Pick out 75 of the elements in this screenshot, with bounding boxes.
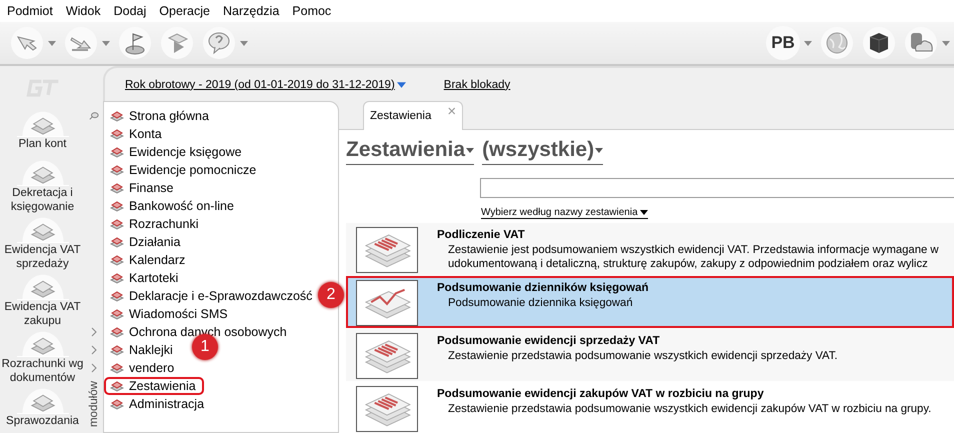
shortcut-label[interactable]: Ewidencja VAT sprzedaży	[0, 242, 84, 271]
papers-icon	[110, 109, 124, 123]
category-dropdown[interactable]: Zestawienia	[346, 136, 474, 165]
user-initials-button[interactable]: PB	[766, 26, 800, 60]
module-item[interactable]: Bankowość on-line	[104, 197, 242, 215]
menu-item[interactable]: Operacje	[159, 4, 210, 18]
report-row[interactable]: Podsumowanie ewidencji zakupów VAT w rozbiciu na grupy Zestawienie przedstawia podsumowanie wszystkich ewidencji zakupów VAT w rozbiciu na grupy.	[346, 382, 954, 433]
shortcut-label[interactable]: Ewidencja VAT zakupu	[0, 300, 84, 328]
papers-icon	[110, 253, 124, 267]
cube-icon[interactable]	[862, 26, 896, 60]
papers-icon	[110, 199, 124, 213]
search-field[interactable]	[480, 178, 954, 198]
module-item[interactable]: Naklejki	[104, 341, 181, 359]
papers-icon	[110, 217, 124, 231]
module-item[interactable]: Finanse	[104, 179, 182, 197]
report-description: Zestawienie jest podsumowaniem wszystkich ewidencji VAT. Przedstawia informacje wymagane w	[447, 243, 939, 257]
papers-icon	[110, 235, 124, 249]
module-item[interactable]: Ewidencje księgowe	[104, 143, 250, 161]
menu-item[interactable]: Pomoc	[292, 4, 332, 18]
module-item[interactable]: Administracja	[104, 395, 212, 413]
menu-item[interactable]: Widok	[66, 4, 101, 18]
module-item[interactable]: Wiadomości SMS	[104, 305, 236, 323]
report-title: Podsumowanie ewidencji zakupów VAT w rozbiciu na grupy	[437, 387, 765, 402]
papers-icon	[110, 379, 124, 393]
caret-icon[interactable]	[595, 148, 604, 152]
shortcut-label[interactable]: Dekretacja i księgowanie	[0, 186, 84, 214]
module-item[interactable]: Strona główna	[104, 107, 217, 125]
module-item[interactable]: Kartoteki	[104, 269, 186, 287]
shortcut-label[interactable]: Sprawozdania	[0, 414, 84, 428]
module-item[interactable]: Rozrachunki	[104, 215, 206, 233]
menu-item[interactable]: Dodaj	[114, 4, 146, 18]
papers-icon	[110, 361, 124, 375]
papers-icon	[110, 163, 124, 177]
report-description: Zestawienie przedstawia podsumowanie wszystkich ewidencji zakupów VAT w rozbiciu na grupy.	[447, 402, 932, 416]
modules-caption: modułów	[88, 381, 100, 428]
papers-icon	[110, 127, 124, 141]
papers-icon	[110, 397, 124, 411]
papers-icon	[110, 271, 124, 285]
report-title: Podliczenie VAT	[437, 228, 526, 243]
module-item[interactable]: Zestawienia	[104, 377, 204, 395]
module-item[interactable]: vendero	[104, 359, 182, 377]
shortcut-label[interactable]: Plan kont	[0, 137, 84, 152]
module-item[interactable]: Działania	[104, 233, 188, 251]
fiscal-year-link[interactable]: Rok obrotowy - 2019 (od 01-01-2019 do 31-12-2019)	[125, 78, 406, 90]
report-title: Podsumowanie dzienników księgowań	[437, 281, 649, 296]
menu-item[interactable]: Narzędzia	[223, 4, 280, 18]
module-item[interactable]: Deklaracje i e-Sprawozdawczość	[104, 287, 320, 305]
module-item[interactable]: Kalendarz	[104, 251, 194, 269]
report-description: udokumentowaną i detaliczną, strukturę zakupów, zakupy z odpowiednim podziałem oraz wylicz	[447, 257, 929, 271]
help-icon[interactable]	[202, 26, 236, 60]
report-description: Podsumowanie dziennika księgowań	[447, 296, 634, 310]
lock-status-link[interactable]: Brak blokady	[444, 78, 510, 90]
filter-dropdown[interactable]: (wszystkie)	[482, 136, 604, 165]
module-item[interactable]: Ewidencje pomocnicze	[104, 161, 264, 179]
report-description: Zestawienie przedstawia podsumowanie wszystkich ewidencji sprzedaży VAT.	[447, 349, 838, 363]
menu-item[interactable]: Podmiot	[7, 4, 53, 18]
papers-icon	[110, 181, 124, 195]
report-row[interactable]: Podliczenie VAT Zestawienie jest podsumowaniem wszystkich ewidencji VAT. Przedstawia informacje wymagane w udokumentowaną i detaliczną, strukturę zakupów, zakupy z odpowiednim podziałem oraz wylicz	[346, 223, 954, 275]
papers-icon	[110, 307, 124, 321]
caret-icon[interactable]	[466, 148, 474, 152]
caret-icon[interactable]	[640, 210, 648, 215]
globe-icon[interactable]	[820, 26, 854, 60]
report-title: Podsumowanie ewidencji sprzedaży VAT	[437, 334, 661, 349]
papers-icon	[110, 145, 124, 159]
tab[interactable]: Zestawienia ×	[363, 101, 464, 130]
papers-icon	[110, 343, 124, 357]
papers-icon	[110, 325, 124, 339]
cloud-database-icon[interactable]	[904, 26, 938, 60]
report-row[interactable]: Podsumowanie ewidencji sprzedaży VAT Zestawienie przedstawia podsumowanie wszystkich ewidencji sprzedaży VAT.	[346, 329, 954, 381]
shortcut-label[interactable]: Rozrachunki wg dokumentów	[0, 356, 84, 385]
search-mode-dropdown[interactable]: Wybierz według nazwy zestawienia	[481, 207, 648, 219]
papers-icon	[110, 289, 124, 303]
play-icon[interactable]	[160, 26, 194, 60]
flag-icon[interactable]	[118, 26, 152, 60]
module-item[interactable]: Konta	[104, 125, 170, 143]
